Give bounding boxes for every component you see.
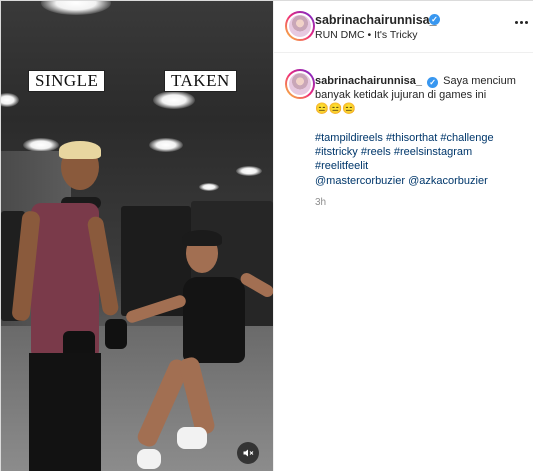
glove-icon [105,319,127,349]
person-hair [59,141,101,159]
reel-video[interactable]: SINGLE TAKEN [1,1,273,471]
person-shoe [137,449,161,469]
post-header: sabrinachairunnisa_ ✓ RUN DMC • It's Tri… [274,1,533,53]
person-pants [29,353,101,471]
hashtag-link[interactable]: #thisorthat [386,132,437,144]
caption-emojis: 😑😑😑 [315,103,357,116]
hashtag-link[interactable]: #challenge [440,132,493,144]
hashtag-link[interactable]: #reels [361,146,391,158]
more-options-icon[interactable] [514,15,528,29]
hashtag-link[interactable]: #reelsinstagram [394,146,472,158]
person-top [183,277,245,363]
ceiling-light [41,1,111,15]
verified-badge-icon: ✓ [427,77,439,88]
mention-link[interactable]: @azkacorbuzier [408,175,488,187]
header-username[interactable]: sabrinachairunnisa_ [315,13,437,27]
instagram-post-modal: SINGLE TAKEN sabrinachairunnisa_ ✓ RUN D… [0,0,533,471]
person-shoe [177,427,207,449]
caption-username[interactable]: sabrinachairunnisa_ [315,75,422,87]
overlay-label-taken: TAKEN [164,70,237,92]
ceiling-light [236,166,262,176]
hashtag-block: #tampildireels #thisorthat #challenge #i… [315,131,525,188]
overlay-label-single: SINGLE [28,70,106,92]
mute-toggle-button[interactable] [237,442,259,464]
ceiling-light [149,138,183,152]
caption-avatar[interactable] [285,69,315,99]
ceiling-light [23,138,59,152]
person-hair [182,230,222,246]
mention-link[interactable]: @mastercorbuzier [315,175,405,187]
hashtag-link[interactable]: #reelitfeelit [315,160,368,172]
avatar[interactable] [285,11,315,41]
post-timestamp[interactable]: 3h [315,197,326,208]
post-details-panel: sabrinachairunnisa_ ✓ RUN DMC • It's Tri… [273,1,533,471]
caption: sabrinachairunnisa_ ✓ Saya mencium banya… [315,74,525,117]
hashtag-link[interactable]: #itstricky [315,146,358,158]
verified-badge-icon: ✓ [429,14,440,25]
ceiling-light [199,183,219,191]
ceiling-light [1,93,19,107]
audio-muted-icon [243,449,254,457]
audio-link[interactable]: RUN DMC • It's Tricky [315,29,418,41]
ceiling-light [153,91,195,109]
hashtag-link[interactable]: #tampildireels [315,132,383,144]
